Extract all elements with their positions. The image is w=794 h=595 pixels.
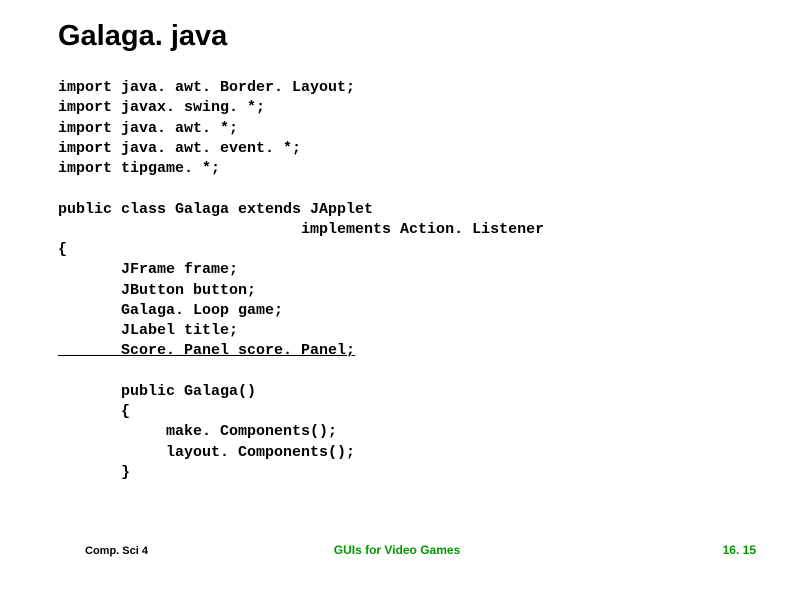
import-line: import tipgame. *; bbox=[58, 160, 220, 177]
footer-center: GUIs for Video Games bbox=[0, 543, 794, 557]
code-block: import java. awt. Border. Layout; import… bbox=[58, 78, 544, 483]
field-line: JFrame frame; bbox=[58, 261, 238, 278]
class-declaration: public class Galaga extends JApplet bbox=[58, 201, 382, 218]
import-line: import java. awt. Border. Layout; bbox=[58, 79, 355, 96]
import-line: import java. awt. *; bbox=[58, 120, 238, 137]
field-line-underlined: Score. Panel score. Panel; bbox=[58, 342, 355, 359]
brace-open: { bbox=[58, 241, 67, 258]
field-line: JButton button; bbox=[58, 282, 256, 299]
slide: Galaga. java import java. awt. Border. L… bbox=[0, 0, 794, 595]
page-title: Galaga. java bbox=[58, 20, 227, 53]
field-line: Galaga. Loop game; bbox=[58, 302, 283, 319]
ctor-brace-open: { bbox=[58, 403, 130, 420]
import-line: import javax. swing. *; bbox=[58, 99, 265, 116]
import-line: import java. awt. event. *; bbox=[58, 140, 301, 157]
ctor-header: public Galaga() bbox=[58, 383, 256, 400]
class-declaration-line2: implements Action. Listener bbox=[58, 221, 544, 238]
field-line: JLabel title; bbox=[58, 322, 238, 339]
ctor-body-line: layout. Components(); bbox=[58, 444, 355, 461]
footer-right: 16. 15 bbox=[723, 543, 756, 557]
ctor-body-line: make. Components(); bbox=[58, 423, 337, 440]
ctor-brace-close: } bbox=[58, 464, 130, 481]
